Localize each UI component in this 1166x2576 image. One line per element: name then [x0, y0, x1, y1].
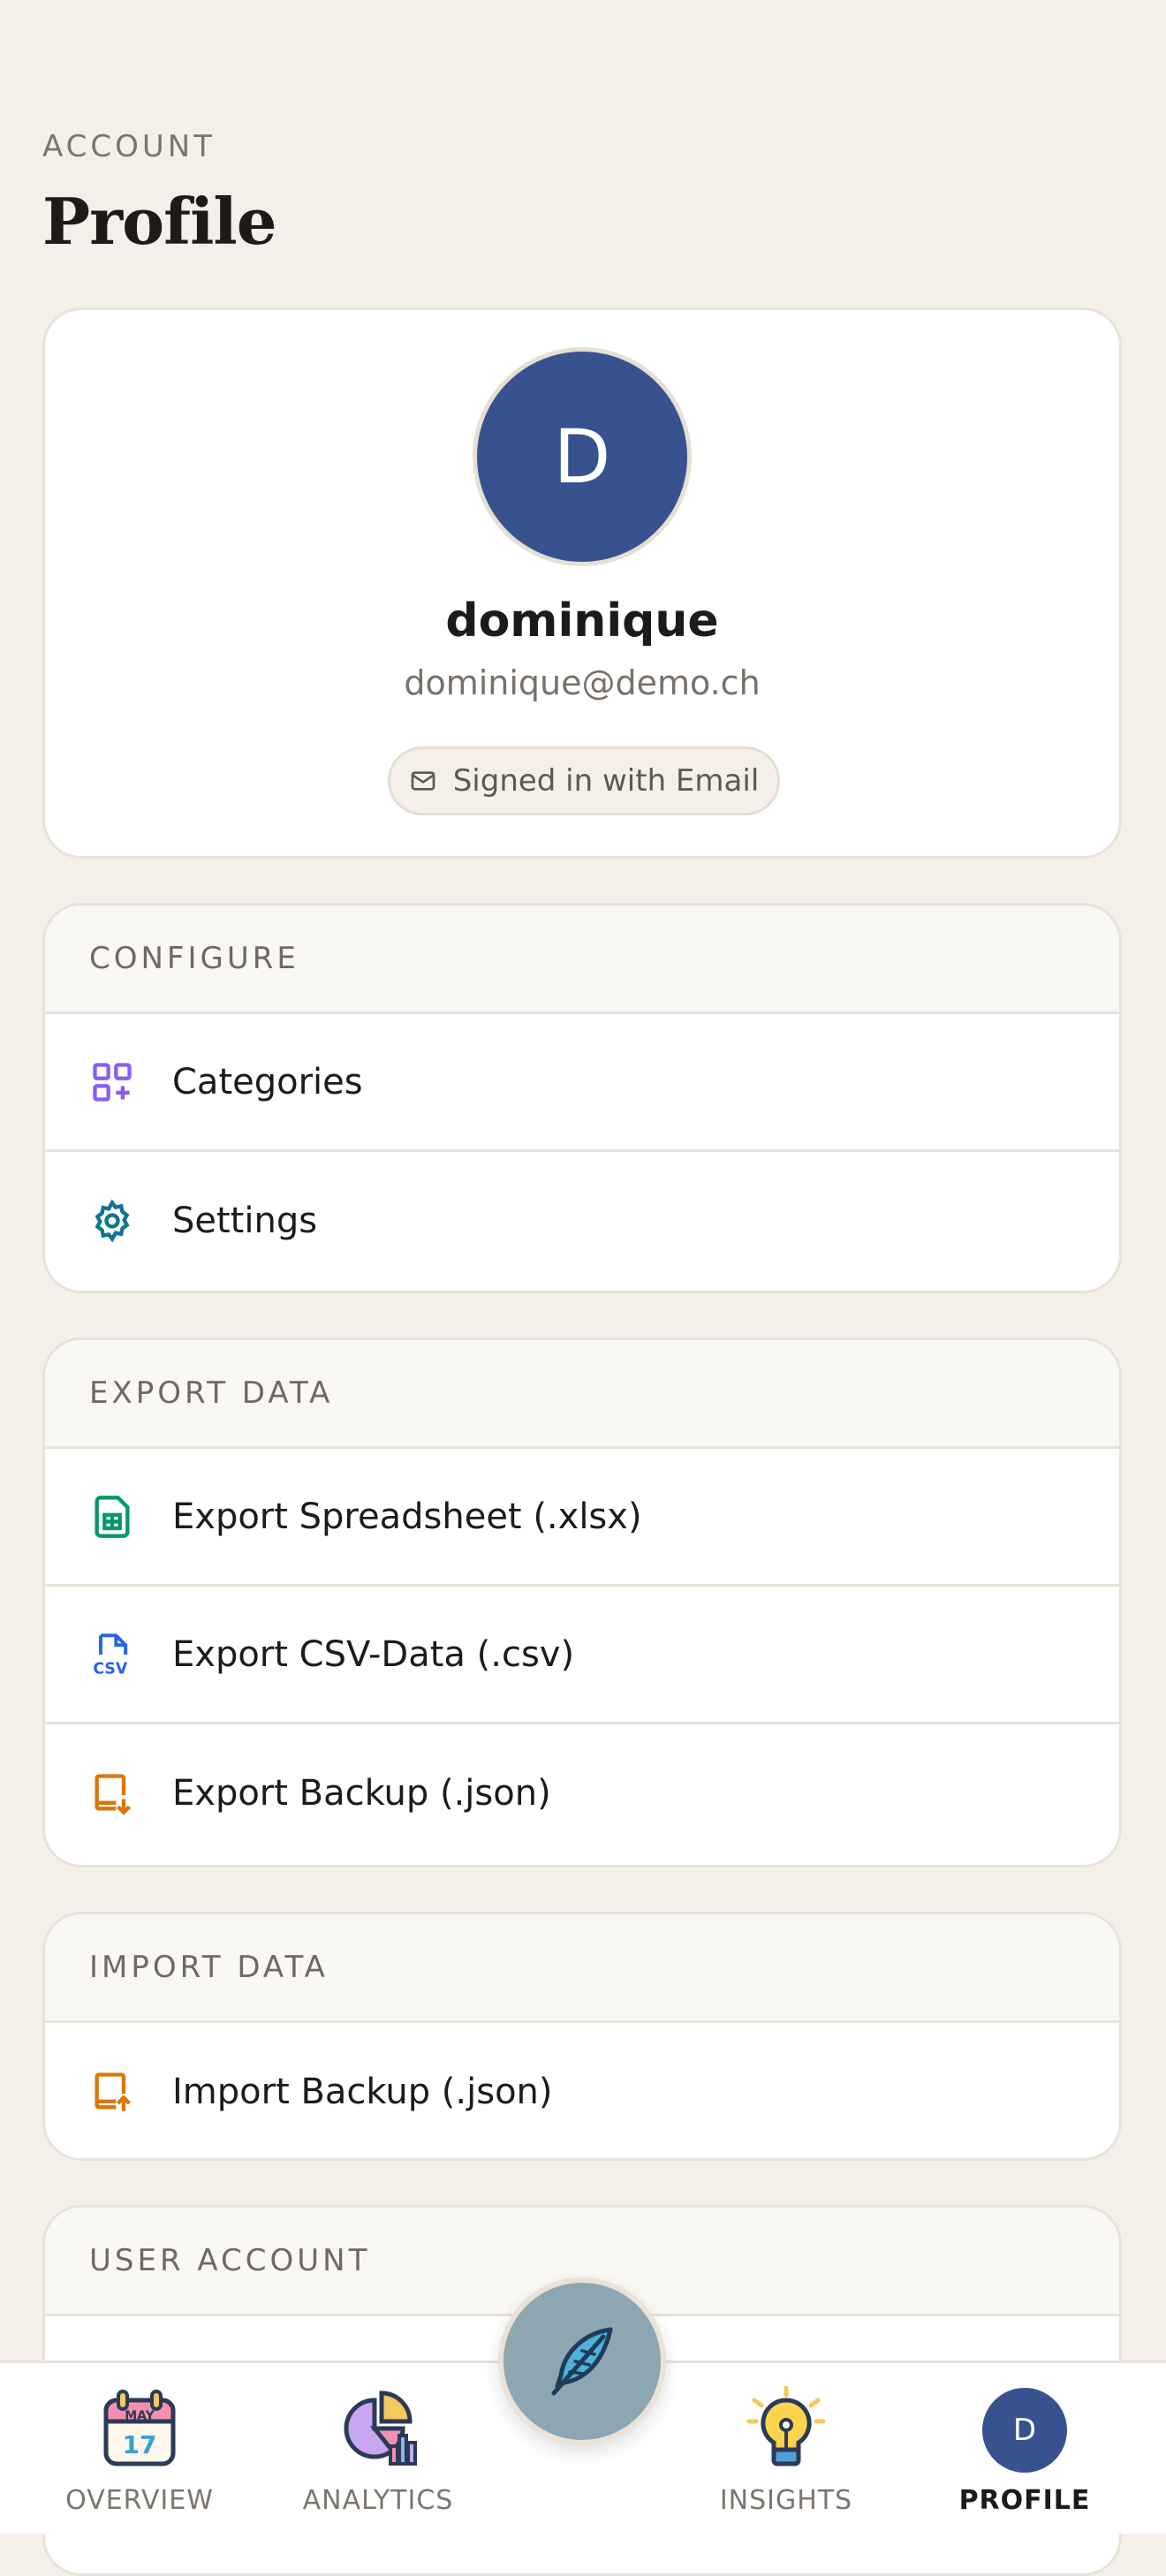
tab-insights[interactable]: INSIGHTS	[682, 2363, 890, 2536]
export-csv-row[interactable]: CSV Export CSV-Data (.csv)	[45, 1587, 1119, 1724]
avatar-initial: D	[553, 413, 611, 500]
tab-label: PROFILE	[958, 2485, 1091, 2516]
avatar-initial: D	[1012, 2413, 1037, 2448]
username: dominique	[445, 595, 719, 648]
tab-label: INSIGHTS	[719, 2485, 853, 2516]
import-section: IMPORT DATA Import Backup (.json)	[42, 1912, 1122, 2161]
tab-analytics[interactable]: ANALYTICS	[274, 2363, 482, 2536]
calendar-icon: MAY 17	[103, 2390, 176, 2466]
section-title: CONFIGURE	[45, 905, 1119, 1014]
categories-icon	[89, 1059, 135, 1105]
tab-label: ANALYTICS	[302, 2485, 454, 2516]
add-entry-button[interactable]	[498, 2277, 666, 2445]
gear-icon	[89, 1198, 135, 1244]
row-label: Export CSV-Data (.csv)	[172, 1633, 575, 1675]
settings-row[interactable]: Settings	[45, 1152, 1119, 1290]
csv-icon: CSV	[89, 1632, 135, 1678]
tab-profile[interactable]: D PROFILE	[920, 2363, 1129, 2536]
row-label: Import Backup (.json)	[172, 2072, 553, 2112]
profile-card: D dominique dominique@demo.ch Signed in …	[42, 307, 1122, 859]
auth-method-label: Signed in with Email	[452, 763, 760, 799]
row-label: Settings	[172, 1201, 318, 1241]
import-backup-row[interactable]: Import Backup (.json)	[45, 2023, 1119, 2158]
profile-screen: ACCOUNT Profile D dominique dominique@de…	[0, 0, 1166, 2576]
analytics-icon	[344, 2390, 417, 2466]
email-address: dominique@demo.ch	[404, 663, 761, 702]
export-section: EXPORT DATA Export Spreadsheet (.xlsx) C…	[42, 1337, 1122, 1868]
section-title: IMPORT DATA	[45, 1914, 1119, 2023]
lightbulb-icon	[746, 2386, 826, 2466]
import-backup-icon	[89, 2069, 135, 2115]
avatar: D	[473, 347, 692, 566]
svg-text:CSV: CSV	[93, 1660, 128, 1677]
tab-label: OVERVIEW	[65, 2485, 214, 2516]
page-eyebrow: ACCOUNT	[42, 129, 216, 164]
section-title: EXPORT DATA	[45, 1340, 1119, 1449]
calendar-day: 17	[123, 2430, 157, 2459]
tab-overview[interactable]: MAY 17 OVERVIEW	[35, 2363, 244, 2536]
avatar: D	[982, 2388, 1067, 2473]
page-title: Profile	[42, 184, 277, 259]
row-label: Categories	[172, 1061, 363, 1102]
categories-row[interactable]: Categories	[45, 1014, 1119, 1152]
row-label: Export Backup (.json)	[172, 1773, 551, 1814]
auth-method-chip: Signed in with Email	[388, 746, 780, 815]
export-backup-row[interactable]: Export Backup (.json)	[45, 1724, 1119, 1862]
export-backup-icon	[89, 1770, 135, 1816]
mail-icon	[411, 771, 435, 791]
configure-section: CONFIGURE Categories Settings	[42, 903, 1122, 1293]
calendar-month: MAY	[125, 2409, 155, 2423]
spreadsheet-icon	[89, 1494, 135, 1540]
feather-icon	[551, 2327, 613, 2396]
export-spreadsheet-row[interactable]: Export Spreadsheet (.xlsx)	[45, 1449, 1119, 1587]
row-label: Export Spreadsheet (.xlsx)	[172, 1496, 642, 1537]
